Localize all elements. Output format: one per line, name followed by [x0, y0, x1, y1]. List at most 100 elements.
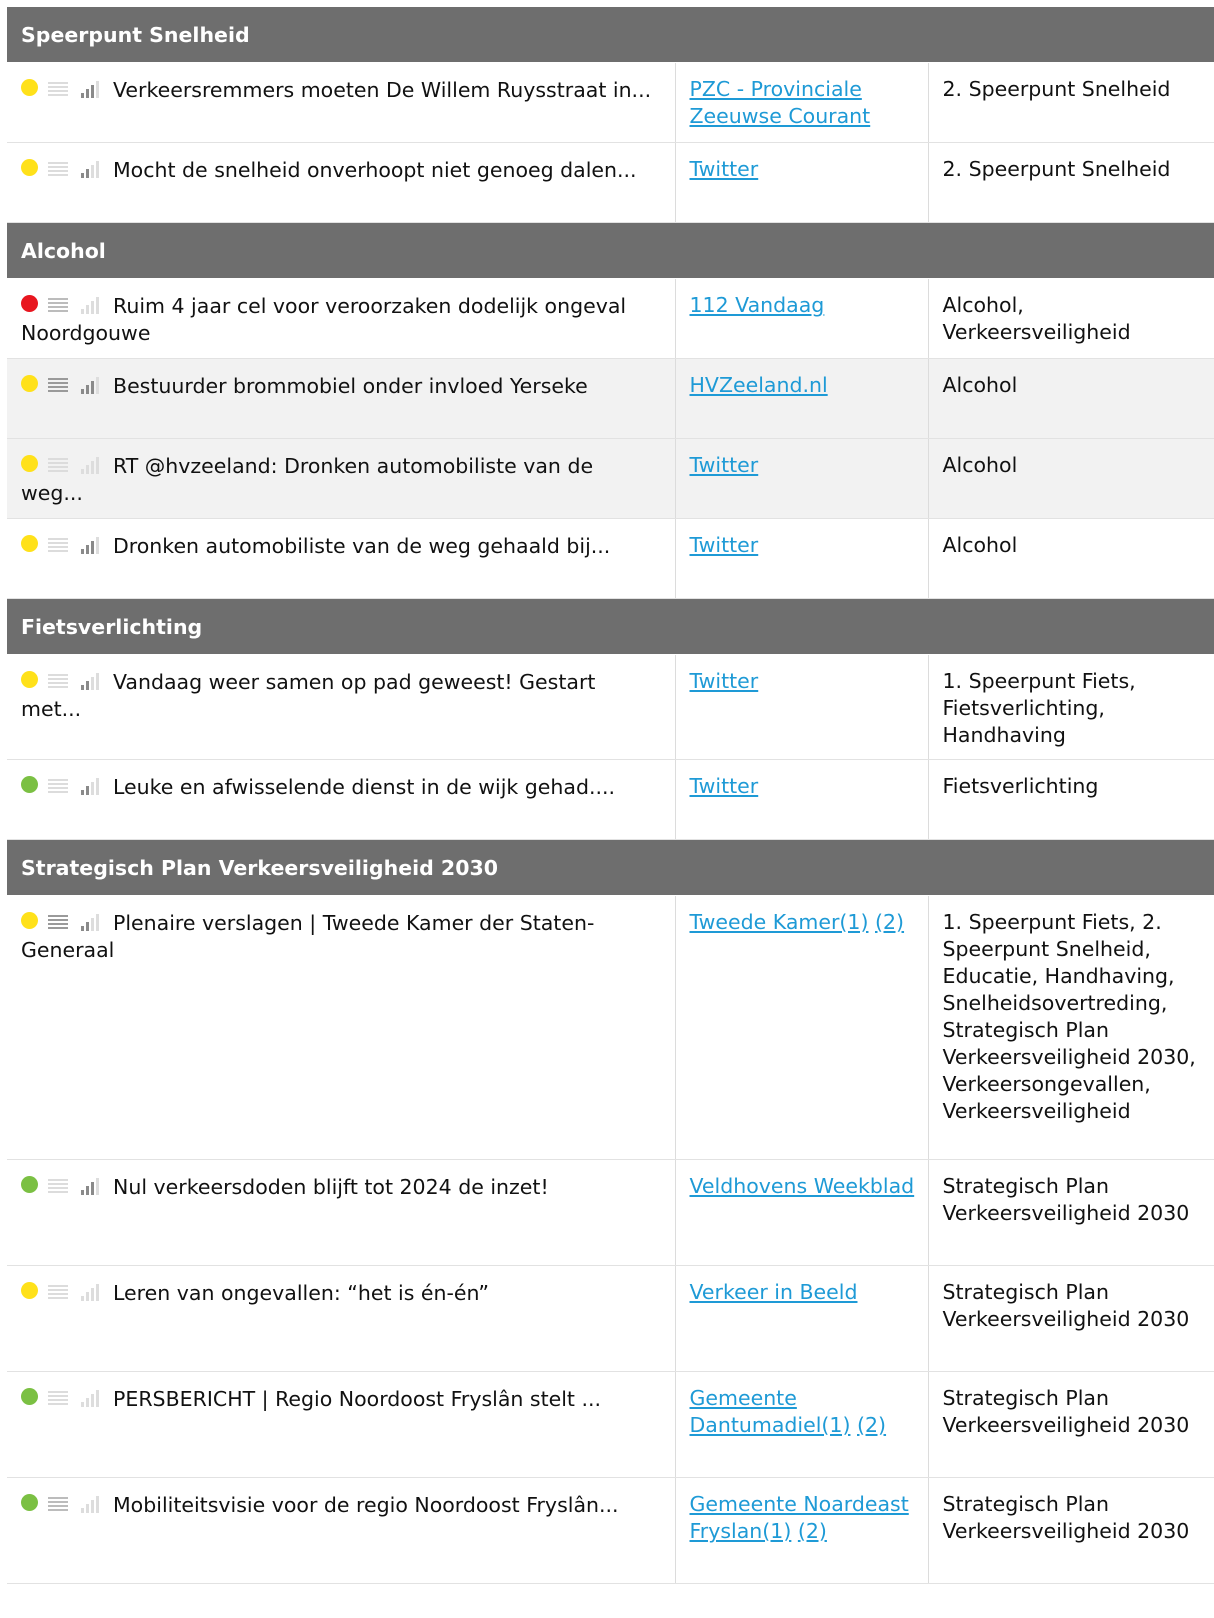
source-link[interactable]: (2)	[798, 1519, 827, 1543]
lines-icon	[48, 1385, 68, 1405]
signal-bars-icon	[79, 1281, 101, 1301]
source-link[interactable]: Twitter	[690, 669, 759, 693]
status-dot-icon	[21, 79, 38, 96]
tags-cell: 1. Speerpunt Fiets, 2. Speerpunt Snelhei…	[927, 895, 1214, 1160]
news-row: Ruim 4 jaar cel voor veroorzaken dodelij…	[7, 278, 1214, 359]
status-dot-icon	[21, 1176, 38, 1193]
news-title-cell: Verkeersremmers moeten De Willem Ruysstr…	[7, 62, 675, 143]
news-title-cell: Dronken automobiliste van de weg gehaald…	[7, 518, 675, 599]
tags-cell: 2. Speerpunt Snelheid	[927, 62, 1214, 143]
lines-icon	[48, 156, 68, 176]
signal-bars-icon	[79, 374, 101, 394]
section-header-row: Alcohol	[7, 222, 1214, 279]
source-link[interactable]: Twitter	[690, 774, 759, 798]
news-row: Bestuurder brommobiel onder invloed Yers…	[7, 358, 1214, 439]
status-dot-icon	[21, 375, 38, 392]
tags-cell: Fietsverlichting	[927, 759, 1214, 840]
section-title: Alcohol	[7, 222, 1214, 279]
news-row: Leren van ongevallen: “het is én-én” Verk…	[7, 1265, 1214, 1372]
status-dot-icon	[21, 1282, 38, 1299]
lines-icon	[48, 372, 68, 392]
section-header-row: Strategisch Plan Verkeersveiligheid 2030	[7, 839, 1214, 896]
tags-cell: 2. Speerpunt Snelheid	[927, 142, 1214, 223]
lines-icon	[48, 909, 68, 929]
news-title-cell: Leuke en afwisselende dienst in de wijk …	[7, 759, 675, 840]
news-title: Bestuurder brommobiel onder invloed Yers…	[113, 374, 588, 398]
signal-bars-icon	[79, 158, 101, 178]
source-link[interactable]: Twitter	[690, 533, 759, 557]
news-row: PERSBERICHT | Regio Noordoost Fryslân st…	[7, 1371, 1214, 1478]
source-link[interactable]: Gemeente Dantumadiel(1)	[690, 1386, 851, 1437]
news-title: Mocht de snelheid onverhoopt niet genoeg…	[113, 158, 637, 182]
source-link[interactable]: Twitter	[690, 453, 759, 477]
lines-icon	[48, 76, 68, 96]
news-row: Vandaag weer samen op pad geweest! Gesta…	[7, 654, 1214, 760]
source-link[interactable]: (2)	[875, 910, 904, 934]
news-title: Ruim 4 jaar cel voor veroorzaken dodelij…	[21, 294, 627, 345]
source-cell: Tweede Kamer(1) (2)	[674, 895, 928, 1160]
lines-icon	[48, 1173, 68, 1193]
news-row: Dronken automobiliste van de weg gehaald…	[7, 518, 1214, 599]
news-title-cell: Leren van ongevallen: “het is én-én”	[7, 1265, 675, 1372]
section-header-row: Speerpunt Snelheid	[7, 7, 1214, 63]
source-link[interactable]: Veldhovens Weekblad	[690, 1174, 915, 1198]
tags-cell: Alcohol	[927, 438, 1214, 519]
news-title: Leren van ongevallen: “het is én-én”	[113, 1281, 490, 1305]
news-row: Leuke en afwisselende dienst in de wijk …	[7, 759, 1214, 840]
news-title-cell: Mocht de snelheid onverhoopt niet genoeg…	[7, 142, 675, 223]
source-link[interactable]: 112 Vandaag	[690, 293, 825, 317]
news-title: RT @hvzeeland: Dronken automobiliste van…	[21, 454, 594, 505]
source-link[interactable]: Twitter	[690, 157, 759, 181]
status-dot-icon	[21, 159, 38, 176]
status-dot-icon	[21, 455, 38, 472]
tags-cell: Alcohol	[927, 358, 1214, 439]
source-cell: PZC - Provinciale Zeeuwse Courant	[674, 62, 928, 143]
signal-bars-icon	[79, 78, 101, 98]
source-cell: Gemeente Dantumadiel(1) (2)	[674, 1371, 928, 1478]
news-title-cell: Mobiliteitsvisie voor de regio Noordoost…	[7, 1477, 675, 1584]
news-table: Speerpunt Snelheid Verkeersremmers moeten…	[7, 7, 1214, 1584]
lines-icon	[48, 452, 68, 472]
source-cell: Twitter	[674, 518, 928, 599]
signal-bars-icon	[79, 534, 101, 554]
section-header-row: Fietsverlichting	[7, 598, 1214, 655]
source-cell: Verkeer in Beeld	[674, 1265, 928, 1372]
news-row: Plenaire verslagen | Tweede Kamer der St…	[7, 895, 1214, 1160]
source-link[interactable]: Tweede Kamer(1)	[690, 910, 869, 934]
news-title: Plenaire verslagen | Tweede Kamer der St…	[21, 911, 595, 962]
signal-bars-icon	[79, 911, 101, 931]
news-row: Mobiliteitsvisie voor de regio Noordoost…	[7, 1477, 1214, 1584]
news-table-container: Speerpunt Snelheid Verkeersremmers moeten…	[7, 7, 1214, 1584]
section-title: Speerpunt Snelheid	[7, 7, 1214, 63]
status-dot-icon	[21, 912, 38, 929]
news-title-cell: RT @hvzeeland: Dronken automobiliste van…	[7, 438, 675, 519]
signal-bars-icon	[79, 775, 101, 795]
section-title: Strategisch Plan Verkeersveiligheid 2030	[7, 839, 1214, 896]
news-title: Leuke en afwisselende dienst in de wijk …	[113, 775, 616, 799]
source-link[interactable]: PZC - Provinciale Zeeuwse Courant	[690, 77, 871, 128]
source-cell: Twitter	[674, 438, 928, 519]
tags-cell: Strategisch Plan Verkeersveiligheid 2030	[927, 1159, 1214, 1266]
tags-cell: Alcohol	[927, 518, 1214, 599]
news-title-cell: Bestuurder brommobiel onder invloed Yers…	[7, 358, 675, 439]
news-title: Mobiliteitsvisie voor de regio Noordoost…	[113, 1493, 619, 1517]
lines-icon	[48, 773, 68, 793]
status-dot-icon	[21, 1494, 38, 1511]
news-title: Nul verkeersdoden blijft tot 2024 de inz…	[113, 1175, 549, 1199]
signal-bars-icon	[79, 1493, 101, 1513]
signal-bars-icon	[79, 454, 101, 474]
lines-icon	[48, 1491, 68, 1511]
tags-cell: Strategisch Plan Verkeersveiligheid 2030	[927, 1477, 1214, 1584]
source-cell: 112 Vandaag	[674, 278, 928, 359]
news-title-cell: Plenaire verslagen | Tweede Kamer der St…	[7, 895, 675, 1160]
tags-cell: 1. Speerpunt Fiets, Fietsverlichting, Ha…	[927, 654, 1214, 760]
source-link[interactable]: (2)	[857, 1413, 886, 1437]
tags-cell: Strategisch Plan Verkeersveiligheid 2030	[927, 1265, 1214, 1372]
news-row: Verkeersremmers moeten De Willem Ruysstr…	[7, 62, 1214, 143]
news-title: Dronken automobiliste van de weg gehaald…	[113, 534, 611, 558]
signal-bars-icon	[79, 1387, 101, 1407]
source-link[interactable]: HVZeeland.nl	[690, 373, 828, 397]
source-cell: Twitter	[674, 142, 928, 223]
status-dot-icon	[21, 295, 38, 312]
source-link[interactable]: Verkeer in Beeld	[690, 1280, 858, 1304]
